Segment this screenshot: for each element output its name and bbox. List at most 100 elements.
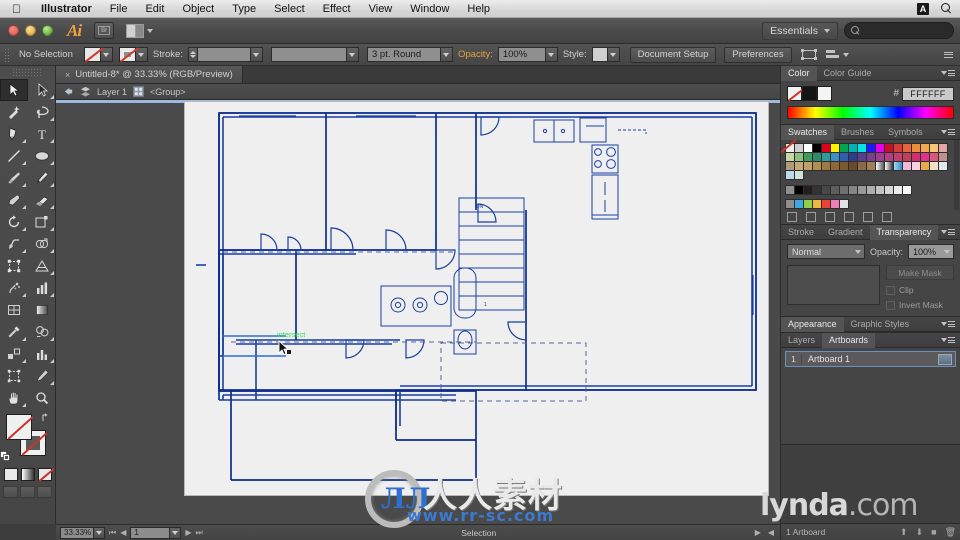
new-artboard-icon[interactable]: ■ (931, 527, 936, 537)
back-arrow-icon[interactable] (63, 86, 74, 97)
fill-swatch-control[interactable] (83, 47, 113, 62)
swatch-bright-white[interactable] (839, 199, 849, 209)
swatches-bright-grid[interactable] (785, 199, 949, 209)
full-screen-menu-bar-button[interactable] (20, 486, 35, 498)
transparency-thumbnail[interactable] (787, 265, 880, 305)
floor-plan-drawing[interactable]: DN 1 (56, 100, 780, 524)
new-swatch-icon[interactable] (863, 212, 873, 222)
color-mode-color[interactable] (3, 468, 18, 481)
first-artboard-button[interactable]: ⏮ (109, 528, 116, 538)
magic-wand-tool[interactable] (0, 101, 28, 123)
tab-layers[interactable]: Layers (781, 333, 822, 348)
stroke-dropdown-button[interactable] (135, 47, 148, 62)
opacity-control[interactable]: 100% (497, 47, 558, 62)
help-search-input[interactable] (844, 22, 954, 39)
swatches-scrollbar[interactable] (954, 140, 959, 210)
swatch-pattern-5[interactable] (794, 170, 804, 180)
stroke-profile-dropdown[interactable] (346, 47, 359, 62)
brush-definition-field[interactable]: 3 pt. Round (366, 47, 441, 62)
tab-color[interactable]: Color (781, 65, 817, 81)
close-window-button[interactable] (8, 25, 19, 36)
menu-type[interactable]: Type (223, 0, 265, 18)
zoom-level-field[interactable]: 33.33% (60, 526, 94, 539)
make-mask-button[interactable]: Make Mask (886, 265, 954, 280)
brush-definition-control[interactable]: 3 pt. Round (366, 47, 453, 62)
artboards-panel-menu-button[interactable] (941, 337, 960, 343)
swatches-grid[interactable] (785, 143, 949, 180)
shape-builder-tool[interactable] (28, 233, 56, 255)
color-fill-swatch[interactable] (787, 86, 802, 101)
zoom-control[interactable]: 33.33% (60, 526, 105, 539)
invert-mask-checkbox-row[interactable]: Invert Mask (886, 300, 954, 310)
zoom-tool[interactable] (28, 387, 56, 409)
pen-tool[interactable] (0, 123, 28, 145)
breadcrumb-layer-label[interactable]: Layer 1 (97, 87, 127, 97)
canvas-area[interactable]: DN 1 intersect (56, 100, 780, 524)
line-segment-tool[interactable] (0, 145, 28, 167)
control-bar-menu-button[interactable] (944, 51, 960, 58)
blob-brush-tool[interactable] (0, 189, 28, 211)
clip-checkbox-row[interactable]: Clip (886, 285, 954, 295)
tab-graphic-styles[interactable]: Graphic Styles (844, 317, 917, 332)
delete-artboard-icon[interactable]: 🗑 (945, 527, 956, 538)
previous-artboard-button[interactable]: ◀ (120, 528, 126, 537)
stroke-profile-control[interactable] (270, 47, 359, 62)
artboard-list-item[interactable]: 1 Artboard 1 (785, 351, 956, 367)
menu-file[interactable]: File (101, 0, 137, 18)
new-color-group-icon[interactable] (844, 212, 854, 222)
artboard-tool[interactable] (0, 365, 28, 387)
swatch-pattern-3[interactable] (938, 161, 948, 171)
artboard-navigation-control[interactable]: 1 (130, 526, 182, 539)
delete-swatch-icon[interactable] (882, 212, 892, 222)
move-artboard-up-icon[interactable]: ⬆ (900, 527, 908, 538)
swatch-libraries-icon[interactable] (787, 212, 797, 222)
tab-appearance[interactable]: Appearance (781, 316, 844, 332)
menu-edit[interactable]: Edit (136, 0, 173, 18)
control-bar-grip[interactable] (4, 47, 11, 62)
opacity-dropdown[interactable] (545, 47, 558, 62)
transparency-panel-menu-button[interactable] (941, 229, 960, 235)
menu-view[interactable]: View (360, 0, 402, 18)
stroke-weight-control[interactable] (187, 47, 263, 62)
transform-icon[interactable] (800, 48, 817, 61)
stroke-swatch-control[interactable] (118, 47, 148, 62)
transparency-opacity-field[interactable]: 100% (908, 244, 955, 259)
tools-panel-grip[interactable] (12, 68, 43, 78)
tab-brushes[interactable]: Brushes (834, 125, 881, 140)
lasso-tool[interactable] (28, 101, 56, 123)
close-document-icon[interactable]: × (65, 70, 70, 80)
scale-tool[interactable] (28, 211, 56, 233)
artboard-number-field[interactable]: 1 (130, 526, 171, 539)
pencil-tool[interactable] (28, 167, 56, 189)
color-white-swatch[interactable] (817, 86, 832, 101)
workspace-switcher[interactable]: Essentials (762, 21, 838, 40)
swatch-options-icon[interactable] (825, 212, 835, 222)
menu-object[interactable]: Object (173, 0, 223, 18)
column-graph-tool-2[interactable] (28, 343, 56, 365)
free-transform-tool[interactable] (0, 255, 28, 277)
menu-effect[interactable]: Effect (314, 0, 360, 18)
style-swatch[interactable] (591, 47, 608, 62)
eyedropper-tool[interactable] (0, 321, 28, 343)
hex-value-field[interactable]: FFFFFF (902, 86, 954, 101)
breadcrumb-group-label[interactable]: <Group> (150, 87, 186, 97)
live-paint-bucket-tool[interactable] (28, 321, 56, 343)
style-dropdown[interactable] (607, 47, 620, 62)
menu-select[interactable]: Select (265, 0, 314, 18)
swatches-panel-menu-button[interactable] (941, 129, 960, 135)
stroke-weight-stepper[interactable] (187, 47, 197, 62)
status-text[interactable]: Selection (207, 528, 751, 538)
color-black-swatch[interactable] (802, 86, 817, 101)
color-spectrum-bar[interactable] (787, 106, 954, 119)
minimize-window-button[interactable] (25, 25, 36, 36)
mesh-tool[interactable] (0, 299, 28, 321)
tab-swatches[interactable]: Swatches (781, 124, 835, 140)
menu-help[interactable]: Help (458, 0, 499, 18)
document-tab[interactable]: × Untitled-8* @ 33.33% (RGB/Preview) (56, 66, 243, 83)
swap-fill-stroke-icon[interactable] (41, 412, 52, 423)
color-panel-menu-button[interactable] (941, 70, 960, 76)
width-tool[interactable] (0, 233, 28, 255)
perspective-grid-tool[interactable] (28, 255, 56, 277)
stroke-profile-field[interactable] (270, 47, 347, 62)
stroke-weight-dropdown[interactable] (250, 47, 263, 62)
